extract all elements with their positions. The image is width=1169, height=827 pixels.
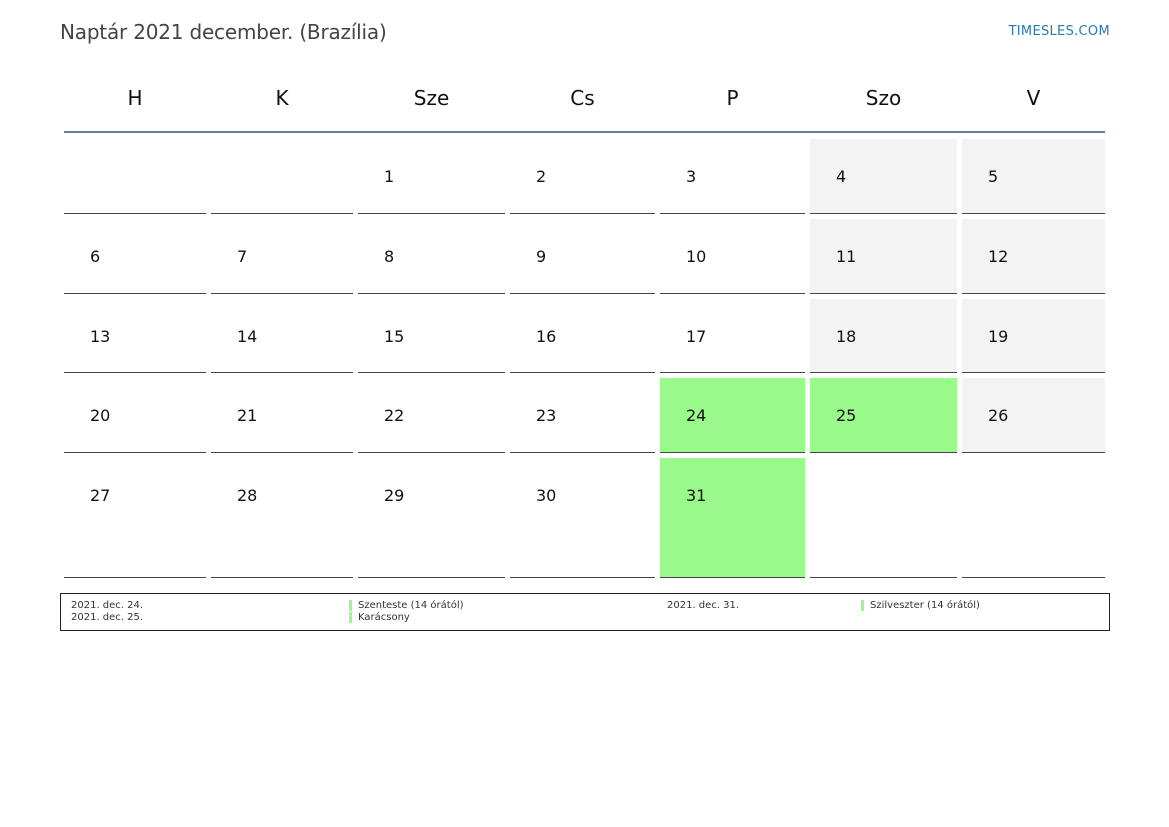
day-number: 21 bbox=[237, 406, 258, 425]
day-number: 6 bbox=[90, 247, 101, 266]
day-cell: 30 bbox=[510, 458, 655, 578]
day-number: 17 bbox=[686, 327, 707, 346]
day-cell: 2 bbox=[510, 139, 655, 214]
weekday-label: Szo bbox=[865, 86, 902, 110]
day-number: 24 bbox=[686, 406, 707, 425]
day-cell: 23 bbox=[510, 378, 655, 453]
day-number: 15 bbox=[384, 327, 405, 346]
day-number: 4 bbox=[836, 167, 847, 186]
holiday-day-cell: 31 bbox=[660, 458, 805, 578]
day-number: 8 bbox=[384, 247, 395, 266]
weekday-label: Sze bbox=[413, 86, 450, 110]
day-number: 7 bbox=[237, 247, 248, 266]
day-number: 3 bbox=[686, 167, 697, 186]
day-number: 13 bbox=[90, 327, 111, 346]
day-cell: 4 bbox=[810, 139, 957, 214]
weekday-label: K bbox=[275, 86, 289, 110]
day-cell: 21 bbox=[211, 378, 353, 453]
header-divider bbox=[64, 131, 1105, 133]
day-cell: 5 bbox=[962, 139, 1105, 214]
holiday-name: Szenteste (14 órától) bbox=[349, 600, 464, 611]
day-number: 26 bbox=[988, 406, 1009, 425]
holiday-day-cell: 24 bbox=[660, 378, 805, 453]
day-cell: 20 bbox=[64, 378, 206, 453]
day-number: 25 bbox=[836, 406, 857, 425]
weekday-label: P bbox=[726, 86, 739, 110]
day-cell: 10 bbox=[660, 219, 805, 294]
day-number: 20 bbox=[90, 406, 111, 425]
day-cell: 1 bbox=[358, 139, 505, 214]
day-cell: 9 bbox=[510, 219, 655, 294]
day-cell: 11 bbox=[810, 219, 957, 294]
brand-link[interactable]: TIMESLES.COM bbox=[1009, 24, 1110, 39]
day-number: 18 bbox=[836, 327, 857, 346]
day-cell: 13 bbox=[64, 299, 206, 373]
holiday-date: 2021. dec. 24. bbox=[71, 600, 144, 611]
day-number: 5 bbox=[988, 167, 999, 186]
day-number: 2 bbox=[536, 167, 547, 186]
day-number: 28 bbox=[237, 486, 258, 505]
weekday-label: Cs bbox=[570, 86, 595, 110]
weekday-header-row: H K Sze Cs P Szo V bbox=[64, 86, 1105, 112]
day-cell: 28 bbox=[211, 458, 353, 578]
day-cell: 8 bbox=[358, 219, 505, 294]
holiday-date: 2021. dec. 25. bbox=[71, 612, 144, 623]
day-number: 12 bbox=[988, 247, 1009, 266]
holiday-legend: 2021. dec. 24. Szenteste (14 órától) 2021.… bbox=[60, 593, 1110, 631]
day-cell: 6 bbox=[64, 219, 206, 294]
day-number: 1 bbox=[384, 167, 395, 186]
day-cell: 18 bbox=[810, 299, 957, 373]
day-number: 27 bbox=[90, 486, 111, 505]
empty-day-cell bbox=[810, 458, 957, 578]
empty-day-cell bbox=[64, 139, 206, 214]
day-number: 16 bbox=[536, 327, 557, 346]
day-cell: 17 bbox=[660, 299, 805, 373]
day-number: 30 bbox=[536, 486, 557, 505]
day-cell: 19 bbox=[962, 299, 1105, 373]
day-number: 10 bbox=[686, 247, 707, 266]
day-cell: 12 bbox=[962, 219, 1105, 294]
day-number: 14 bbox=[237, 327, 258, 346]
holiday-name: Karácsony bbox=[349, 612, 410, 623]
day-number: 31 bbox=[686, 486, 707, 505]
day-cell: 16 bbox=[510, 299, 655, 373]
day-cell: 27 bbox=[64, 458, 206, 578]
page-title: Naptár 2021 december. (Brazília) bbox=[60, 20, 387, 44]
day-number: 22 bbox=[384, 406, 405, 425]
holiday-date: 2021. dec. 31. bbox=[667, 600, 740, 611]
day-number: 23 bbox=[536, 406, 557, 425]
day-cell: 3 bbox=[660, 139, 805, 214]
weekday-label: V bbox=[1026, 86, 1041, 110]
day-number: 11 bbox=[836, 247, 857, 266]
day-number: 19 bbox=[988, 327, 1009, 346]
weekday-label: H bbox=[127, 86, 143, 110]
holiday-name: Szilveszter (14 órától) bbox=[861, 600, 980, 611]
day-cell: 29 bbox=[358, 458, 505, 578]
day-cell: 15 bbox=[358, 299, 505, 373]
day-number: 29 bbox=[384, 486, 405, 505]
day-number: 9 bbox=[536, 247, 547, 266]
day-cell: 14 bbox=[211, 299, 353, 373]
holiday-day-cell: 25 bbox=[810, 378, 957, 453]
empty-day-cell bbox=[211, 139, 353, 214]
day-cell: 26 bbox=[962, 378, 1105, 453]
day-cell: 22 bbox=[358, 378, 505, 453]
empty-day-cell bbox=[962, 458, 1105, 578]
day-cell: 7 bbox=[211, 219, 353, 294]
